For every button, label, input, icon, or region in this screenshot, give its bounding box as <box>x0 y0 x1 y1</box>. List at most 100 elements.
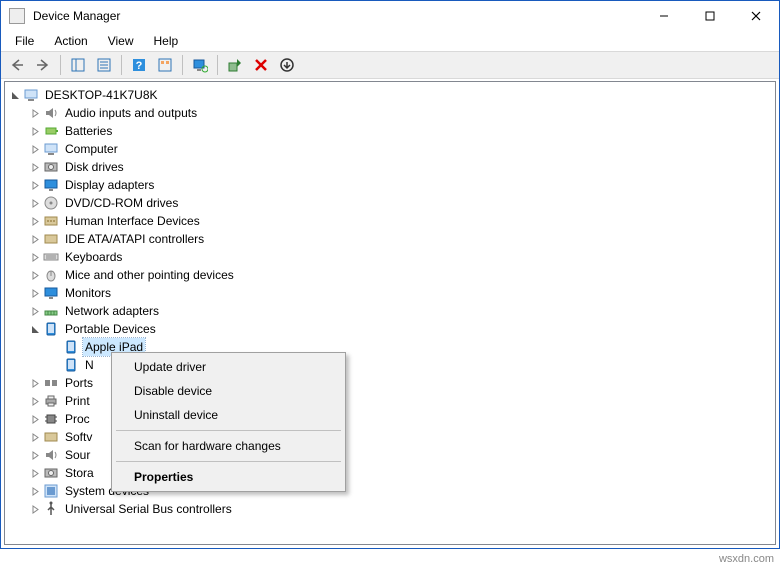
tree-category[interactable]: Portable Devices <box>5 320 775 338</box>
properties-button[interactable] <box>92 54 116 76</box>
toolbar-action-button[interactable] <box>153 54 177 76</box>
close-icon <box>751 11 761 21</box>
down-circle-icon <box>279 57 295 73</box>
expander-open-icon[interactable] <box>9 89 21 101</box>
expander-spacer <box>49 341 61 353</box>
tree-category[interactable]: Batteries <box>5 122 775 140</box>
context-menu-separator <box>116 461 341 462</box>
menu-view[interactable]: View <box>100 32 142 50</box>
disable-device-toolbar-button[interactable] <box>275 54 299 76</box>
expander-closed-icon[interactable] <box>29 143 41 155</box>
tree-root-label: DESKTOP-41K7U8K <box>43 86 160 104</box>
portable-device-icon <box>63 339 79 355</box>
category-icon <box>43 285 59 301</box>
expander-closed-icon[interactable] <box>29 485 41 497</box>
expander-closed-icon[interactable] <box>29 467 41 479</box>
tree-category-label: Batteries <box>63 122 114 140</box>
expander-closed-icon[interactable] <box>29 377 41 389</box>
tree-category-label: Sour <box>63 446 92 464</box>
toolbar-separator <box>121 55 122 75</box>
category-icon <box>43 123 59 139</box>
tree-category[interactable]: Mice and other pointing devices <box>5 266 775 284</box>
context-menu-properties[interactable]: Properties <box>114 465 343 489</box>
help-button[interactable]: ? <box>127 54 151 76</box>
maximize-button[interactable] <box>687 1 733 31</box>
titlebar: Device Manager <box>1 1 779 31</box>
category-icon <box>43 483 59 499</box>
tree-category[interactable]: IDE ATA/ATAPI controllers <box>5 230 775 248</box>
tree-category[interactable]: Audio inputs and outputs <box>5 104 775 122</box>
tree-category[interactable]: DVD/CD-ROM drives <box>5 194 775 212</box>
expander-closed-icon[interactable] <box>29 179 41 191</box>
tree-category-label: Human Interface Devices <box>63 212 202 230</box>
expander-closed-icon[interactable] <box>29 269 41 281</box>
expander-closed-icon[interactable] <box>29 107 41 119</box>
menu-help[interactable]: Help <box>146 32 187 50</box>
expander-open-icon[interactable] <box>29 323 41 335</box>
tree-category[interactable]: Keyboards <box>5 248 775 266</box>
category-icon <box>43 141 59 157</box>
category-icon <box>43 303 59 319</box>
tree-category-label: Audio inputs and outputs <box>63 104 199 122</box>
context-menu-disable-device[interactable]: Disable device <box>114 379 343 403</box>
context-menu-update-driver[interactable]: Update driver <box>114 355 343 379</box>
tree-category[interactable]: Disk drives <box>5 158 775 176</box>
tree-root[interactable]: DESKTOP-41K7U8K <box>5 86 775 104</box>
expander-closed-icon[interactable] <box>29 215 41 227</box>
tree-category-label: Portable Devices <box>63 320 158 338</box>
tree-category-label: Monitors <box>63 284 113 302</box>
expander-closed-icon[interactable] <box>29 251 41 263</box>
expander-closed-icon[interactable] <box>29 413 41 425</box>
tree-category[interactable]: Human Interface Devices <box>5 212 775 230</box>
forward-button[interactable] <box>31 54 55 76</box>
forward-arrow-icon <box>35 57 51 73</box>
monitor-scan-icon <box>192 57 208 73</box>
device-manager-window: Device Manager File Action View Help <box>0 0 780 549</box>
tree-category[interactable]: Display adapters <box>5 176 775 194</box>
expander-closed-icon[interactable] <box>29 305 41 317</box>
expander-closed-icon[interactable] <box>29 395 41 407</box>
minimize-icon <box>659 11 669 21</box>
close-button[interactable] <box>733 1 779 31</box>
tree-category[interactable]: Network adapters <box>5 302 775 320</box>
tree-device-label: N <box>83 356 96 374</box>
uninstall-device-toolbar-button[interactable] <box>249 54 273 76</box>
context-menu-uninstall-device[interactable]: Uninstall device <box>114 403 343 427</box>
update-driver-icon <box>227 57 243 73</box>
category-icon <box>43 177 59 193</box>
expander-closed-icon[interactable] <box>29 161 41 173</box>
tree-category-label: Ports <box>63 374 95 392</box>
expander-closed-icon[interactable] <box>29 287 41 299</box>
tree-category-label: Network adapters <box>63 302 161 320</box>
back-arrow-icon <box>9 57 25 73</box>
tree-pane-icon <box>70 57 86 73</box>
expander-closed-icon[interactable] <box>29 449 41 461</box>
back-button[interactable] <box>5 54 29 76</box>
tree-category-label: Keyboards <box>63 248 124 266</box>
expander-closed-icon[interactable] <box>29 197 41 209</box>
scan-hardware-button[interactable] <box>188 54 212 76</box>
expander-closed-icon[interactable] <box>29 233 41 245</box>
menu-file[interactable]: File <box>7 32 42 50</box>
tree-category[interactable]: Monitors <box>5 284 775 302</box>
tree-category-label: Disk drives <box>63 158 126 176</box>
toolbar-separator <box>60 55 61 75</box>
context-menu-scan-hardware[interactable]: Scan for hardware changes <box>114 434 343 458</box>
category-icon <box>43 501 59 517</box>
expander-closed-icon[interactable] <box>29 125 41 137</box>
category-icon <box>43 195 59 211</box>
tree-category-label: Proc <box>63 410 92 428</box>
app-icon <box>9 8 25 24</box>
update-driver-toolbar-button[interactable] <box>223 54 247 76</box>
expander-closed-icon[interactable] <box>29 503 41 515</box>
expander-closed-icon[interactable] <box>29 431 41 443</box>
menubar: File Action View Help <box>1 31 779 51</box>
tree-category[interactable]: Computer <box>5 140 775 158</box>
category-icon <box>43 393 59 409</box>
toolbar: ? <box>1 51 779 79</box>
toolbar-separator <box>217 55 218 75</box>
show-hide-tree-button[interactable] <box>66 54 90 76</box>
minimize-button[interactable] <box>641 1 687 31</box>
tree-category[interactable]: Universal Serial Bus controllers <box>5 500 775 518</box>
menu-action[interactable]: Action <box>46 32 95 50</box>
